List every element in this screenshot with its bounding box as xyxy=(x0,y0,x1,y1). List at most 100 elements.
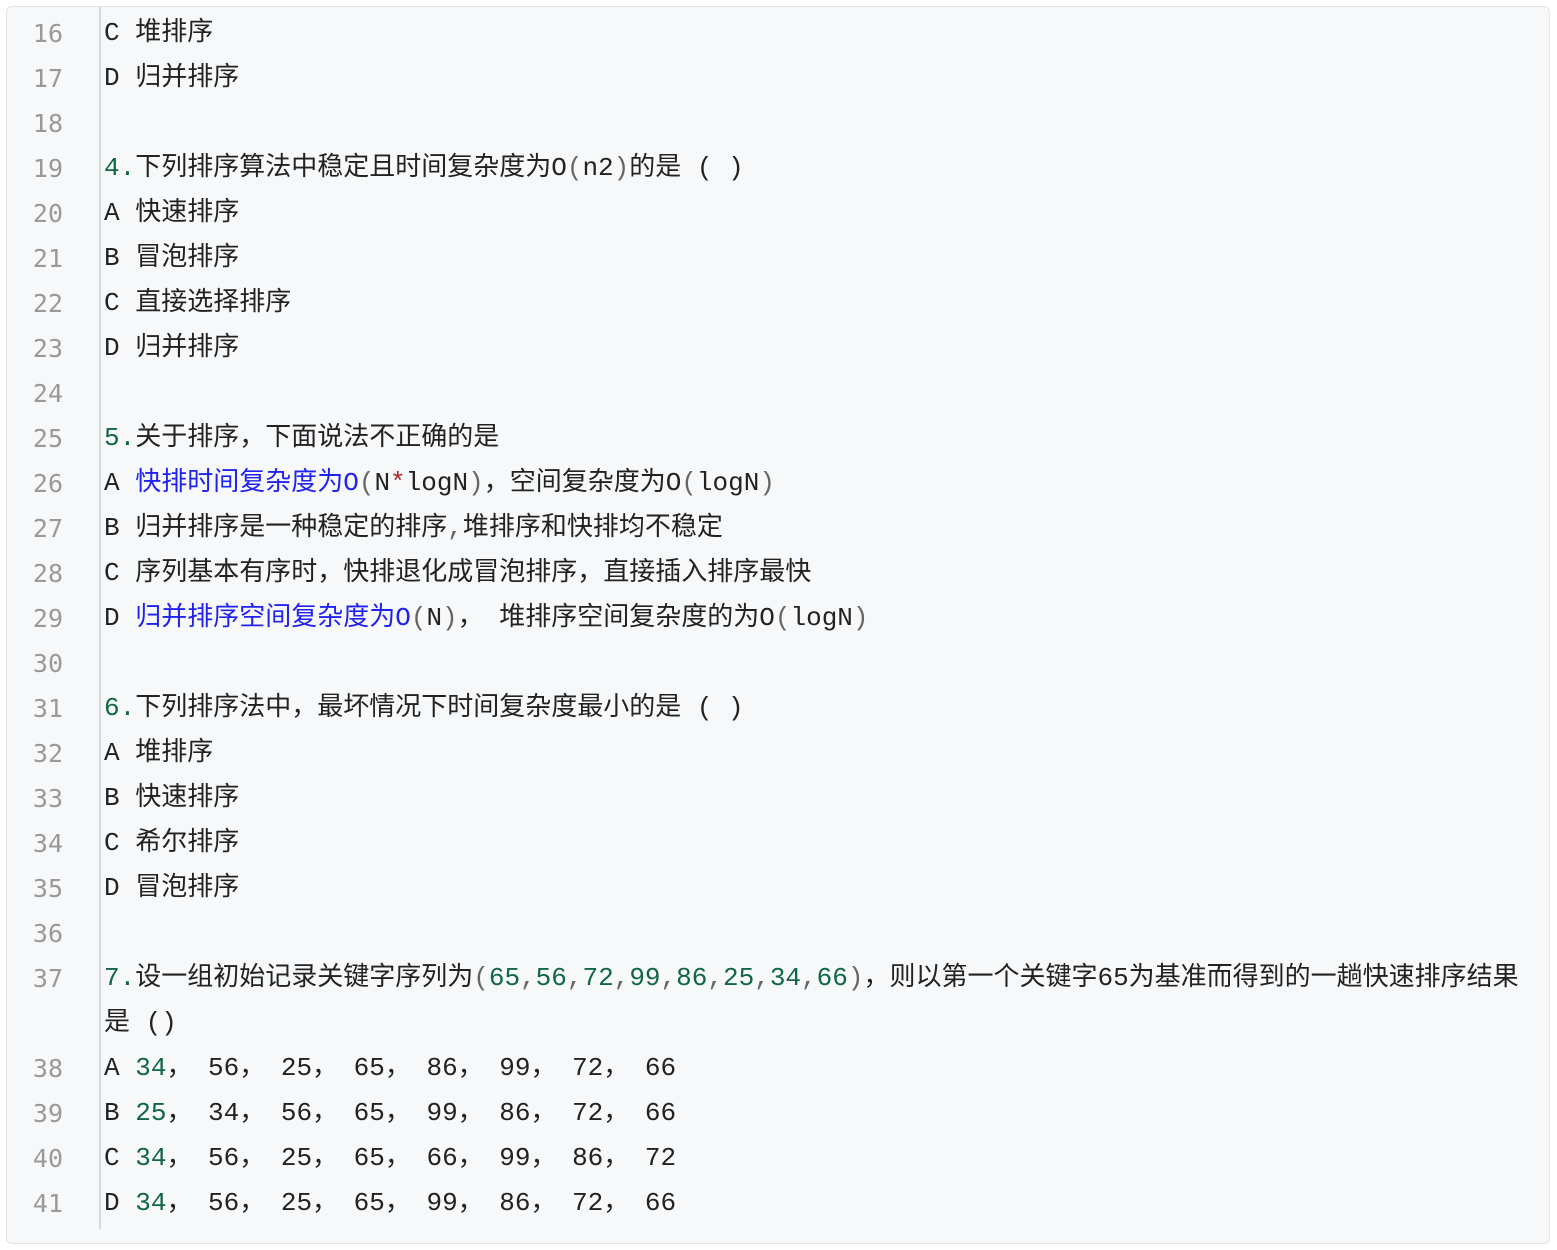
code-line: 18 ​ xyxy=(7,101,1549,146)
line-text: C 堆排序 xyxy=(104,11,1524,56)
code-line: 16 C 堆排序 xyxy=(7,11,1549,56)
line-number: 22 xyxy=(32,289,63,318)
text-segment: 下列排序法中，最坏情况下时间复杂度最小的是 ( ) xyxy=(135,693,744,723)
text-segment: A xyxy=(104,468,136,498)
line-number: 28 xyxy=(32,559,63,588)
text-segment: ) xyxy=(442,603,458,633)
text-segment: 快排时间复杂度为O xyxy=(135,468,359,498)
code-line: 25 5.关于排序，下面说法不正确的是 xyxy=(7,416,1549,461)
text-segment: 5. xyxy=(104,423,136,453)
line-text: ​ xyxy=(104,371,1524,416)
text-segment: ，空间复杂度为O xyxy=(483,468,682,498)
text-segment: , xyxy=(447,513,463,543)
text-segment: , xyxy=(707,963,723,993)
code-line: 38 A 34， 56， 25， 65， 86， 99， 72， 66 xyxy=(7,1046,1549,1091)
text-segment: C 序列基本有序时，快排退化成冒泡排序，直接插入排序最快 xyxy=(104,558,812,588)
text-segment: ， 56， 25， 65， 99， 86， 72， 66 xyxy=(166,1188,677,1218)
line-text: A 34， 56， 25， 65， 86， 99， 72， 66 xyxy=(104,1046,1524,1091)
line-number: 37 xyxy=(32,964,63,993)
text-segment: , xyxy=(613,963,630,993)
text-segment: 归并排序空间复杂度为O xyxy=(135,603,411,633)
line-number: 33 xyxy=(32,784,63,813)
line-number: 16 xyxy=(32,19,63,48)
line-text: 4.下列排序算法中稳定且时间复杂度为O(n2)的是 ( ) xyxy=(104,146,1524,191)
text-segment: ， 56， 25， 65， 66， 99， 86， 72 xyxy=(166,1143,677,1173)
text-segment: B xyxy=(104,1098,136,1128)
text-segment: B 快速排序 xyxy=(104,783,240,813)
line-text: ​ xyxy=(104,911,1524,956)
code-line: 41 D 34， 56， 25， 65， 99， 86， 72， 66 xyxy=(7,1181,1549,1226)
line-text: ​ xyxy=(104,101,1524,146)
line-text: 5.关于排序，下面说法不正确的是 xyxy=(104,416,1524,461)
text-segment: , xyxy=(566,963,583,993)
text-segment: logN xyxy=(696,468,760,498)
text-segment: ) xyxy=(847,963,864,993)
line-text: A 快排时间复杂度为O(N*logN)，空间复杂度为O(logN) xyxy=(104,461,1524,506)
line-number: 39 xyxy=(32,1099,63,1128)
text-segment: 34 xyxy=(135,1188,167,1218)
code-block: 16C 堆排序17D 归并排序18​194.下列排序算法中稳定且时间复杂度为O(… xyxy=(6,6,1550,1244)
code-line: 23 D 归并排序 xyxy=(7,326,1549,371)
text-segment: , xyxy=(801,963,817,993)
text-segment: A 快速排序 xyxy=(104,198,240,228)
line-text: D 冒泡排序 xyxy=(104,866,1524,911)
text-segment: D 归并排序 xyxy=(104,333,240,363)
line-number: 29 xyxy=(32,604,63,633)
text-segment: A 堆排序 xyxy=(104,738,214,768)
code-line: 19 4.下列排序算法中稳定且时间复杂度为O(n2)的是 ( ) xyxy=(7,146,1549,191)
code-line: 33 B 快速排序 xyxy=(7,776,1549,821)
text-segment: B 归并排序是一种稳定的排序 xyxy=(104,513,448,543)
line-text: B 快速排序 xyxy=(104,776,1524,821)
line-text: C 序列基本有序时，快排退化成冒泡排序，直接插入排序最快 xyxy=(104,551,1524,596)
line-number: 30 xyxy=(32,649,63,678)
text-segment: C xyxy=(104,1143,136,1173)
line-text: C 34， 56， 25， 65， 66， 99， 86， 72 xyxy=(104,1136,1524,1181)
text-segment: n2 xyxy=(582,153,614,183)
code-line: 37 7.设一组初始记录关键字序列为(65,56,72,99,86,25,34,6… xyxy=(7,956,1549,1046)
text-segment: , xyxy=(754,963,770,993)
text-segment: 关于排序，下面说法不正确的是 xyxy=(135,423,500,453)
code-line: 28 C 序列基本有序时，快排退化成冒泡排序，直接插入排序最快 xyxy=(7,551,1549,596)
text-segment: ) xyxy=(613,153,630,183)
line-number: 17 xyxy=(32,64,63,93)
line-number: 27 xyxy=(32,514,63,543)
line-text: D 归并排序空间复杂度为O(N)， 堆排序空间复杂度的为O(logN) xyxy=(104,596,1524,641)
text-segment: logN xyxy=(405,468,469,498)
text-segment: ( xyxy=(473,963,489,993)
line-text: B 25， 34， 56， 65， 99， 86， 72， 66 xyxy=(104,1091,1524,1136)
line-number: 19 xyxy=(32,154,63,183)
line-number: 36 xyxy=(32,919,63,948)
text-segment: 65 xyxy=(488,963,521,993)
code-line: 29 D 归并排序空间复杂度为O(N)， 堆排序空间复杂度的为O(logN) xyxy=(7,596,1549,641)
code-line: 40 C 34， 56， 25， 65， 66， 99， 86， 72 xyxy=(7,1136,1549,1181)
text-segment: 34 xyxy=(769,963,802,993)
line-number: 41 xyxy=(32,1189,63,1218)
text-segment: ) xyxy=(759,468,775,498)
line-number: 38 xyxy=(32,1054,63,1083)
text-segment: N xyxy=(426,603,443,633)
line-number: 23 xyxy=(32,334,63,363)
code-line: 27 B 归并排序是一种稳定的排序,堆排序和快排均不稳定 xyxy=(7,506,1549,551)
text-segment: 86 xyxy=(676,963,708,993)
text-segment: 99 xyxy=(629,963,661,993)
text-segment: ( xyxy=(566,153,583,183)
text-segment: , xyxy=(520,963,536,993)
code-line: 21 B 冒泡排序 xyxy=(7,236,1549,281)
text-segment: ) xyxy=(852,603,869,633)
line-number: 18 xyxy=(32,109,63,138)
text-segment: 72 xyxy=(582,963,614,993)
text-segment: ( xyxy=(681,468,697,498)
text-segment: C 堆排序 xyxy=(104,18,214,48)
code-line: 17 D 归并排序 xyxy=(7,56,1549,101)
line-text: D 34， 56， 25， 65， 99， 86， 72， 66 xyxy=(104,1181,1524,1226)
line-text: 7.设一组初始记录关键字序列为(65,56,72,99,86,25,34,66)… xyxy=(104,956,1524,1046)
line-number: 34 xyxy=(32,829,63,858)
code-line: 34 C 希尔排序 xyxy=(7,821,1549,866)
text-segment: ( xyxy=(358,468,375,498)
text-segment: 34 xyxy=(135,1143,167,1173)
text-segment: 25 xyxy=(135,1098,167,1128)
text-segment: 7. xyxy=(104,963,136,993)
code-line: 24 ​ xyxy=(7,371,1549,416)
line-text: 6.下列排序法中，最坏情况下时间复杂度最小的是 ( ) xyxy=(104,686,1524,731)
line-number: 35 xyxy=(32,874,63,903)
